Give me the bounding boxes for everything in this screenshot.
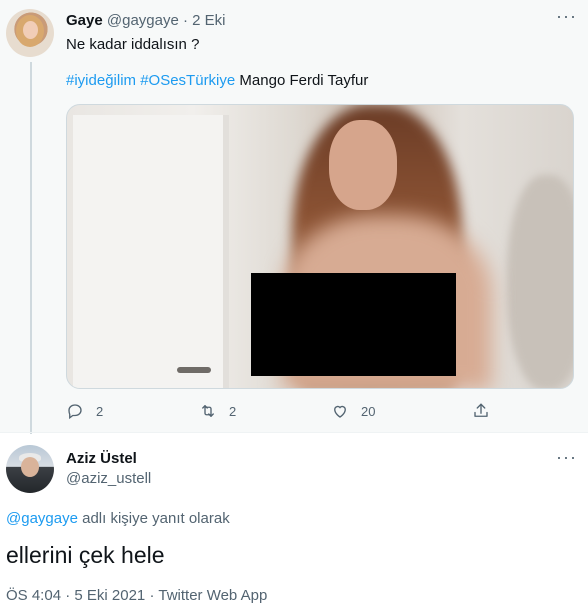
retweet-icon — [202, 405, 214, 417]
like-icon — [334, 405, 346, 418]
author-handle[interactable]: @aziz_ustell — [66, 469, 151, 489]
face-shape — [329, 120, 397, 210]
avatar[interactable] — [6, 9, 54, 57]
share-icon — [474, 403, 488, 417]
tweet-text: ellerini çek hele — [6, 542, 165, 568]
mention-link[interactable]: @gaygaye — [6, 510, 78, 527]
retweet-button[interactable]: 2 — [199, 402, 236, 420]
door-handle-shape — [177, 367, 211, 373]
avatar[interactable] — [6, 445, 54, 493]
censor-bar — [251, 273, 456, 376]
separator: · — [183, 12, 188, 29]
tweet-source[interactable]: Twitter Web App — [158, 587, 267, 604]
parent-tweet[interactable]: Gaye @gaygaye · 2 Eki ··· Ne kadar iddal… — [0, 0, 588, 434]
like-button[interactable]: 20 — [331, 402, 375, 420]
hashtag-link[interactable]: #OSesTürkiye — [140, 72, 235, 89]
reply-count: 2 — [96, 403, 104, 419]
more-icon[interactable]: ··· — [556, 7, 577, 25]
author-name[interactable]: Aziz Üstel — [66, 449, 137, 469]
author-name[interactable]: Gaye — [66, 12, 103, 29]
tweet-media[interactable] — [66, 104, 574, 389]
tweet-hashtags-line: #iyideğilim #OSesTürkiye Mango Ferdi Tay… — [66, 71, 368, 91]
avatar-face — [21, 457, 39, 477]
like-count: 20 — [361, 403, 376, 419]
more-icon[interactable]: ··· — [556, 448, 577, 466]
reply-icon — [68, 404, 82, 420]
tweet-date[interactable]: 5 Eki 2021 — [74, 587, 145, 604]
replying-to: @gaygaye adlı kişiye yanıt olarak — [6, 509, 230, 529]
tweet-meta: ÖS 4:04 · 5 Eki 2021 · Twitter Web App — [6, 586, 267, 606]
avatar-face — [23, 21, 38, 39]
reply-button[interactable]: 2 — [66, 402, 103, 420]
separator: · — [65, 587, 71, 604]
door-shape — [73, 115, 229, 388]
hashtag-link[interactable]: #iyideğilim — [66, 72, 136, 89]
tweet-trailing-text: Mango Ferdi Tayfur — [239, 72, 369, 89]
tweet-actions: 2 2 20 — [0, 402, 588, 422]
separator: · — [149, 587, 155, 604]
thread-line — [30, 62, 32, 434]
background-shape — [507, 175, 573, 388]
tweet-time[interactable]: ÖS 4:04 — [6, 587, 61, 604]
tweet-text: Ne kadar iddalısın ? — [66, 36, 200, 53]
share-button[interactable] — [472, 402, 490, 420]
author-handle[interactable]: @gaygaye — [107, 12, 179, 29]
divider — [0, 432, 588, 433]
retweet-count: 2 — [229, 403, 237, 419]
replying-suffix: adlı kişiye yanıt olarak — [82, 510, 230, 527]
tweet-date[interactable]: 2 Eki — [192, 12, 225, 29]
tweet-header: Gaye @gaygaye · 2 Eki — [66, 11, 226, 31]
